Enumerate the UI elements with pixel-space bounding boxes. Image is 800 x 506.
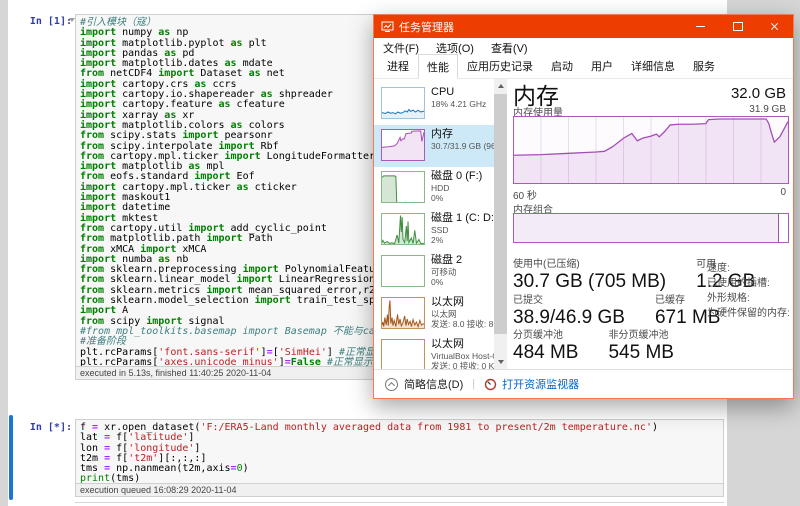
- fewer-details-button[interactable]: 简略信息(D): [404, 376, 463, 392]
- sidebar-item-ethernet1[interactable]: 以太网 以太网 发送: 8.0 接收: 8.0 Kbps: [374, 293, 494, 335]
- cpu-mini-chart: [381, 87, 425, 119]
- ethernet2-mini-chart: [381, 339, 425, 369]
- chart-x-left: 60 秒: [513, 187, 537, 202]
- maximize-icon: [733, 22, 743, 31]
- tab-app-history[interactable]: 应用历史记录: [458, 54, 542, 78]
- cell-1-prompt: In [1]:: [22, 16, 72, 27]
- sidebar-item-cpu[interactable]: CPU 18% 4.21 GHz: [374, 83, 494, 125]
- scrollbar-thumb[interactable]: [494, 94, 507, 334]
- fewer-details-icon[interactable]: [385, 378, 398, 391]
- memory-hw-labels: 速度: 已使用的插槽: 外形规格: 为硬件保留的内存:: [707, 261, 790, 321]
- memory-total: 32.0 GB: [731, 85, 786, 102]
- tab-performance[interactable]: 性能: [418, 54, 458, 79]
- tab-users[interactable]: 用户: [582, 54, 622, 78]
- ethernet1-mini-chart: [381, 297, 425, 329]
- tab-bar: 进程 性能 应用历史记录 启动 用户 详细信息 服务: [374, 58, 793, 79]
- memory-mini-chart: [381, 129, 425, 161]
- cell-2-prompt: In [*]:: [22, 422, 72, 433]
- tab-startup[interactable]: 启动: [542, 54, 582, 78]
- stat-in-use: 使用中(已压缩) 30.7 GB (705 MB): [513, 255, 666, 293]
- composition-in-use: [514, 214, 768, 242]
- taskmanager-icon: [381, 20, 394, 33]
- disk0-mini-chart: [381, 171, 425, 203]
- maximize-button[interactable]: [719, 15, 756, 38]
- tab-processes[interactable]: 进程: [378, 54, 418, 78]
- close-button[interactable]: [756, 15, 793, 38]
- chart-x-right: 0: [780, 187, 786, 198]
- selected-cell-indicator: [9, 415, 13, 500]
- sidebar-scrollbar[interactable]: [494, 79, 507, 369]
- cell-2-exec-status: execution queued 16:08:29 2020-11-04: [75, 484, 724, 497]
- resource-monitor-icon: [484, 378, 497, 391]
- label-speed: 速度:: [707, 261, 790, 276]
- stat-paged-pool: 分页缓冲池 484 MB: [513, 326, 578, 364]
- next-cell-edge: [75, 502, 724, 506]
- cell-2-input[interactable]: f = xr.open_dataset('F:/ERA5-Land monthl…: [75, 419, 724, 484]
- footer-divider: |: [472, 378, 475, 390]
- minimize-button[interactable]: [682, 15, 719, 38]
- memory-chart-max: 31.9 GB: [749, 104, 786, 115]
- disk1-mini-chart: [381, 213, 425, 245]
- open-resource-monitor-link[interactable]: 打开资源监视器: [502, 376, 579, 392]
- taskmanager-footer: 简略信息(D) | 打开资源监视器: [374, 369, 793, 398]
- window-title: 任务管理器: [399, 19, 454, 35]
- scroll-down-icon[interactable]: [494, 355, 507, 369]
- label-slots-used: 已使用的插槽:: [707, 276, 790, 291]
- memory-stats-row-2: 已提交 38.9/46.9 GB 已缓存 671 MB: [513, 291, 720, 329]
- disk2-mini-chart: [381, 255, 425, 287]
- memory-composition-bar[interactable]: [513, 213, 789, 243]
- tab-services[interactable]: 服务: [684, 54, 724, 78]
- label-form-factor: 外形规格:: [707, 291, 790, 306]
- scroll-up-icon[interactable]: [494, 79, 507, 93]
- composition-modified: [767, 214, 779, 242]
- performance-sidebar: CPU 18% 4.21 GHz 内存 30.7/31.9 GB (96%): [374, 79, 494, 369]
- tab-details[interactable]: 详细信息: [622, 54, 684, 78]
- task-manager-window: 任务管理器 文件(F) 选项(O) 查看(V) 进程 性能 应用历史记录 启动 …: [373, 14, 794, 399]
- titlebar[interactable]: 任务管理器: [374, 15, 793, 38]
- sidebar-item-ethernet2[interactable]: 以太网 VirtualBox Host-On... 发送: 0 接收: 0 Kb…: [374, 335, 494, 369]
- sidebar-item-disk1[interactable]: 磁盘 1 (C: D: E:) SSD 2%: [374, 209, 494, 251]
- sidebar-item-disk0[interactable]: 磁盘 0 (F:) HDD 0%: [374, 167, 494, 209]
- sidebar-item-memory[interactable]: 内存 30.7/31.9 GB (96%): [374, 125, 494, 167]
- memory-usage-chart: [513, 116, 789, 184]
- close-icon: [770, 22, 779, 31]
- stat-committed: 已提交 38.9/46.9 GB: [513, 291, 625, 329]
- minimize-icon: [696, 26, 705, 27]
- sidebar-item-disk2[interactable]: 磁盘 2 可移动 0%: [374, 251, 494, 293]
- label-hw-reserved: 为硬件保留的内存:: [707, 306, 790, 321]
- memory-stats-row-3: 分页缓冲池 484 MB 非分页缓冲池 545 MB: [513, 326, 674, 364]
- stat-nonpaged-pool: 非分页缓冲池 545 MB: [608, 326, 673, 364]
